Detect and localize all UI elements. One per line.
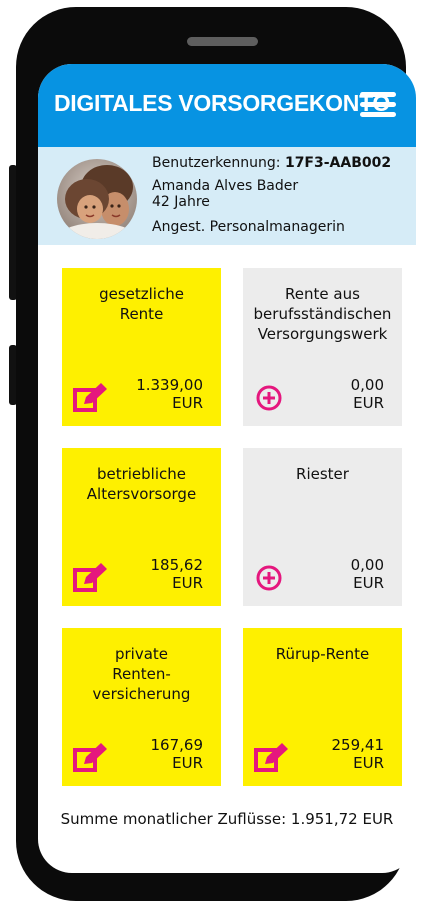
- amount-currency: EUR: [353, 754, 384, 772]
- amount-value: 185,62: [150, 556, 204, 574]
- card-title: betriebliche Altersvorsorge: [86, 465, 197, 503]
- profile-info: Benutzerkennung: 17F3-AAB002 Amanda Alve…: [152, 155, 391, 235]
- avatar: [57, 159, 137, 239]
- amount-value: 167,69: [150, 736, 204, 754]
- card-gesetzliche-rente[interactable]: gesetzliche Rente 1.339,00 EUR: [62, 268, 221, 426]
- phone-frame: DIGITALES VORSORGEKONTO Benutzerkennung:…: [16, 7, 416, 901]
- user-occupation: Angest. Personalmanagerin: [152, 219, 345, 235]
- card-amount: 1.339,00 EUR: [136, 376, 203, 412]
- edit-icon[interactable]: [72, 562, 108, 594]
- user-id-value: 17F3-AAB002: [284, 155, 392, 171]
- card-title: Rente aus berufsständischen Versorgungsw…: [253, 285, 392, 343]
- plus-circle-icon[interactable]: [253, 562, 289, 594]
- amount-value: 0,00: [350, 376, 384, 394]
- amount-currency: EUR: [353, 574, 384, 592]
- user-id-label: Benutzerkennung:: [152, 155, 281, 171]
- app-title: DIGITALES VORSORGEKONTO: [54, 90, 391, 116]
- card-title: gesetzliche Rente: [99, 285, 184, 323]
- amount-value: 1.339,00: [136, 376, 203, 394]
- card-private-rentenversicherung[interactable]: private Renten-versicherung 167,69 EUR: [62, 628, 221, 786]
- card-betriebliche-altersvorsorge[interactable]: betriebliche Altersvorsorge 185,62 EUR: [62, 448, 221, 606]
- profile-panel: Benutzerkennung: 17F3-AAB002 Amanda Alve…: [38, 147, 416, 245]
- card-ruerup-rente[interactable]: Rürup-Rente 259,41 EUR: [243, 628, 402, 786]
- user-name: Amanda Alves Bader: [152, 178, 299, 194]
- amount-value: 259,41: [331, 736, 385, 754]
- card-title: Riester: [296, 465, 349, 483]
- card-title: private Renten-versicherung: [92, 645, 191, 703]
- card-berufsstaendische-rente[interactable]: Rente aus berufsständischen Versorgungsw…: [243, 268, 402, 426]
- card-amount: 0,00 EUR: [351, 556, 384, 592]
- hamburger-menu-icon[interactable]: [356, 88, 400, 120]
- card-amount: 259,41 EUR: [332, 736, 385, 772]
- card-title: Rürup-Rente: [275, 645, 370, 663]
- monthly-total-summary: Summe monatlicher Zuflüsse: 1.951,72 EUR: [60, 810, 394, 828]
- card-amount: 0,00 EUR: [351, 376, 384, 412]
- edit-icon[interactable]: [72, 382, 108, 414]
- phone-speaker: [187, 37, 258, 46]
- amount-currency: EUR: [172, 574, 203, 592]
- edit-icon[interactable]: [72, 742, 108, 774]
- amount-currency: EUR: [353, 394, 384, 412]
- plus-circle-icon[interactable]: [253, 382, 289, 414]
- edit-icon[interactable]: [253, 742, 289, 774]
- card-riester[interactable]: Riester 0,00 EUR: [243, 448, 402, 606]
- amount-value: 0,00: [350, 556, 384, 574]
- app-header: DIGITALES VORSORGEKONTO: [38, 64, 416, 147]
- app-screen: DIGITALES VORSORGEKONTO Benutzerkennung:…: [38, 64, 416, 873]
- amount-currency: EUR: [172, 754, 203, 772]
- user-age: 42 Jahre: [152, 194, 210, 210]
- card-amount: 167,69 EUR: [151, 736, 204, 772]
- amount-currency: EUR: [172, 394, 203, 412]
- card-amount: 185,62 EUR: [151, 556, 204, 592]
